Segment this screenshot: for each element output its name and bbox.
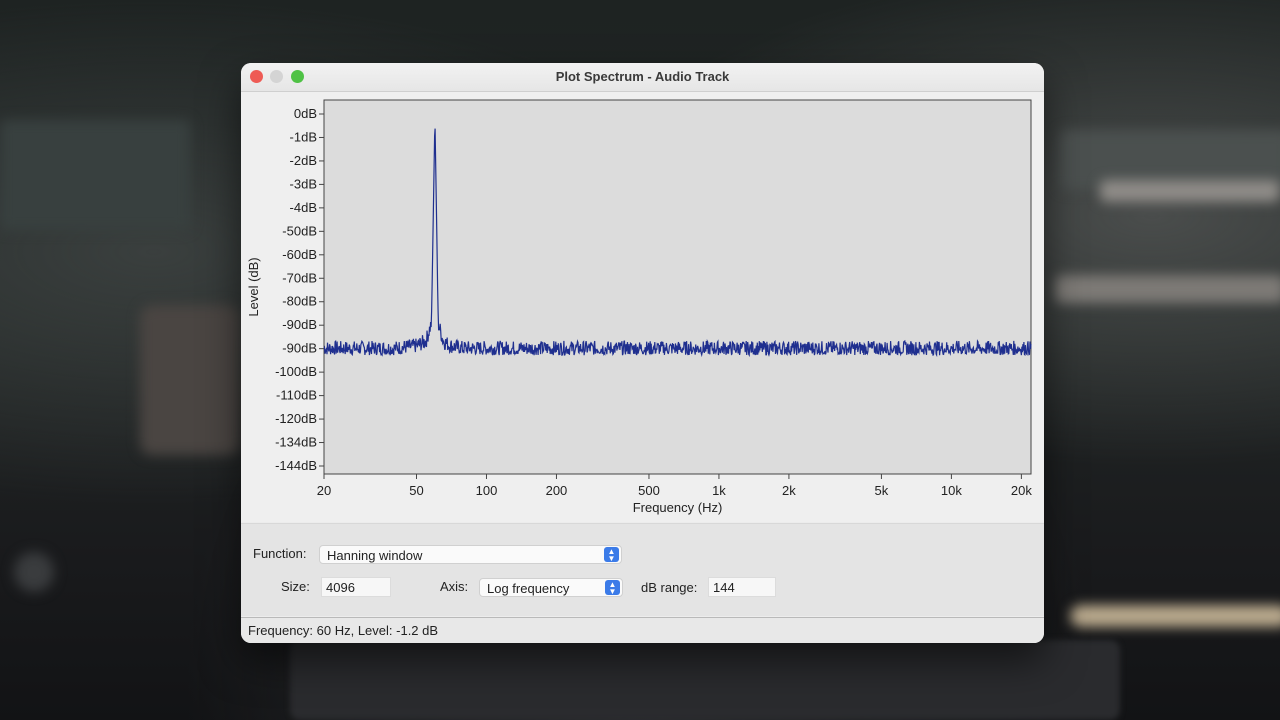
db-range-field[interactable]: 144 <box>708 577 776 597</box>
y-tick-label: -2dB <box>290 153 317 168</box>
size-label: Size: <box>281 579 310 594</box>
plot-spectrum-window: Plot Spectrum - Audio Track 0dB -1dB -2dB -… <box>241 63 1044 643</box>
y-tick-label: -90dB <box>282 341 317 356</box>
background-equipment <box>0 120 190 230</box>
select-arrows-icon: ▲ ▼ <box>605 580 620 596</box>
status-bar: Frequency: 60 Hz, Level: -1.2 dB <box>241 617 1044 643</box>
axis-select-value: Log frequency <box>487 581 570 596</box>
x-tick-label: 20 <box>317 483 331 498</box>
window-title: Plot Spectrum - Audio Track <box>555 69 730 84</box>
y-tick-label: -90dB <box>282 317 317 332</box>
background-laptop <box>290 640 1120 720</box>
plot-background <box>323 99 1032 475</box>
y-tick-label: -1dB <box>290 129 317 144</box>
background-cable <box>1070 605 1280 627</box>
y-axis-label: Level (dB) <box>246 257 261 316</box>
axis-select[interactable]: Log frequency ▲ ▼ <box>479 578 623 597</box>
x-tick-label: 20k <box>1011 483 1032 498</box>
axis-label: Axis: <box>440 579 469 594</box>
y-tick-label: -3dB <box>290 176 317 191</box>
y-tick-label: -80dB <box>282 294 317 309</box>
spectrum-chart[interactable]: 0dB -1dB -2dB -3dB -4dB -50dB -60dB -70dB -80dB -… <box>241 92 1044 522</box>
background-keyboard-keys <box>1100 180 1280 202</box>
x-tick-label: 5k <box>875 483 889 498</box>
title-bar[interactable]: Plot Spectrum - Audio Track <box>241 63 1044 92</box>
status-text: Frequency: 60 Hz, Level: -1.2 dB <box>248 623 439 638</box>
x-tick-label: 10k <box>941 483 962 498</box>
x-tick-label: 200 <box>546 483 568 498</box>
function-label: Function: <box>253 546 307 561</box>
size-field[interactable]: 4096 <box>321 577 391 597</box>
x-tick-label: 1k <box>712 483 726 498</box>
x-tick-label: 2k <box>782 483 796 498</box>
y-tick-label: -60dB <box>282 247 317 262</box>
db-range-label: dB range: <box>641 580 698 595</box>
y-tick-label: -144dB <box>275 458 317 473</box>
background-mug <box>140 305 240 455</box>
y-tick-label: -100dB <box>275 364 317 379</box>
function-select-value: Hanning window <box>327 548 423 563</box>
x-tick-label: 50 <box>409 483 423 498</box>
y-tick-label: -70dB <box>282 270 317 285</box>
spectrum-plot-area: 0dB -1dB -2dB -3dB -4dB -50dB -60dB -70dB -80dB -… <box>241 92 1044 522</box>
x-tick-label: 100 <box>476 483 498 498</box>
y-tick-label: -50dB <box>282 223 317 238</box>
y-tick-label: -134dB <box>275 435 317 450</box>
select-arrows-icon: ▲ ▼ <box>604 547 619 563</box>
y-tick-label: -4dB <box>290 200 317 215</box>
y-tick-label: -120dB <box>275 411 317 426</box>
background-knob <box>14 552 54 592</box>
x-tick-label: 500 <box>638 483 660 498</box>
y-tick-label: -110dB <box>276 388 317 403</box>
controls-panel: Function: Hanning window ▲ ▼ Size: 4096 A… <box>241 523 1044 616</box>
background-keyboard-keys-lower <box>1055 275 1280 303</box>
function-select[interactable]: Hanning window ▲ ▼ <box>319 545 622 564</box>
x-axis-label: Frequency (Hz) <box>633 500 723 515</box>
y-tick-label: 0dB <box>294 106 317 121</box>
